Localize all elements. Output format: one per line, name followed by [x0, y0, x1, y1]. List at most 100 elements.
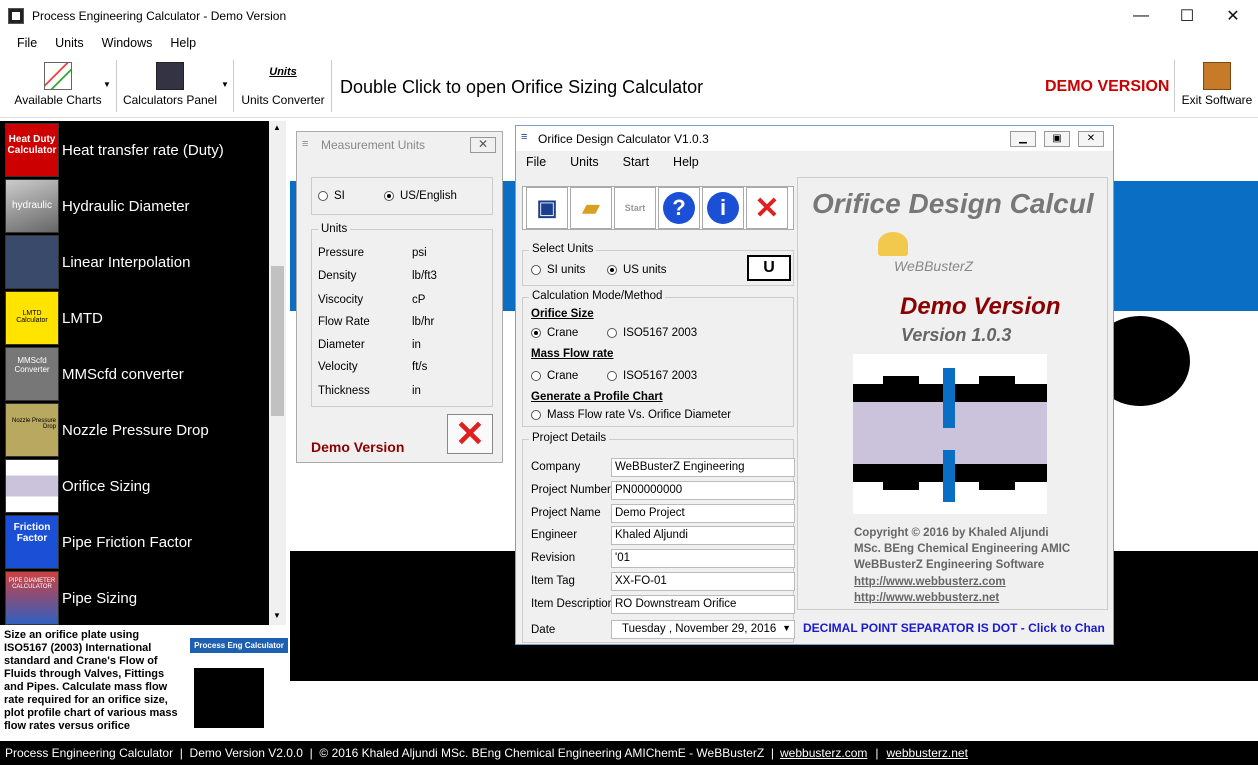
chevron-down-icon[interactable]: ▼ — [782, 623, 791, 633]
dialog-header: ≡ Measurement Units ✕ — [297, 132, 502, 158]
date-picker[interactable]: Tuesday , November 29, 2016 ▼ — [611, 620, 795, 639]
orifice-icon: ≡ — [521, 131, 528, 143]
dialog-header: ≡ Orifice Design Calculator V1.0.3 ▁ ▣ ✕ — [516, 126, 1113, 151]
list-item[interactable]: hydraulic Hydraulic Diameter — [0, 178, 269, 234]
menu-bar: File Units Windows Help — [0, 32, 1258, 54]
list-item[interactable]: MMScfd Converter MMScfd converter — [0, 346, 269, 402]
toolbar-hint: Double Click to open Orifice Sizing Calc… — [340, 77, 704, 97]
flange-shape — [979, 376, 1015, 386]
orifice-diagram — [853, 354, 1047, 514]
logo-icon — [878, 232, 908, 256]
open-folder-icon[interactable]: ▰ — [570, 187, 612, 229]
close-icon[interactable]: ✕ — [470, 137, 496, 153]
item-tag-field[interactable]: XX-FO-01 — [611, 572, 795, 591]
toolbar-separator — [331, 60, 332, 112]
menu-windows[interactable]: Windows — [93, 36, 162, 50]
website-link[interactable]: webbusterz.com — [780, 746, 867, 760]
list-item[interactable]: PIPE DIAMETER CALCULATOR Pipe Sizing — [0, 570, 269, 625]
sidebar-scrollbar[interactable]: ▲ ▼ — [269, 121, 286, 625]
menu-help[interactable]: Help — [161, 36, 205, 50]
start-button[interactable]: Start — [614, 187, 656, 229]
list-item[interactable]: LMTD Calculator LMTD — [0, 290, 269, 346]
item-description-field[interactable]: RO Downstream Orifice — [611, 595, 795, 614]
maximize-button[interactable]: ☐ — [1164, 0, 1210, 32]
website-link[interactable]: http://www.webbusterz.com — [854, 576, 1006, 588]
si-units-radio[interactable]: SI units — [531, 264, 585, 276]
toolbar: Available Charts ▼ Calculators Panel ▼ U… — [0, 56, 1258, 118]
calculation-mode-group: Calculation Mode/Method Orifice Size Cra… — [522, 290, 794, 427]
company-field[interactable]: WeBBusterZ Engineering — [611, 458, 795, 477]
demo-version-label: Demo Version — [311, 439, 405, 455]
close-icon[interactable]: ✕ — [447, 413, 493, 454]
calculator-list: Heat Duty Calculator Heat transfer rate … — [0, 121, 269, 625]
select-units-group: Select Units SI units US units U — [522, 243, 794, 286]
chevron-down-icon[interactable]: ▼ — [103, 80, 111, 89]
scrollbar-thumb[interactable] — [271, 266, 284, 416]
orifice-iso-radio[interactable]: ISO5167 2003 — [607, 327, 697, 339]
info-icon[interactable]: i — [702, 187, 744, 229]
about-heading: Orifice Design Calcul — [812, 188, 1094, 219]
engineer-field[interactable]: Khaled Aljundi — [611, 526, 795, 545]
chevron-down-icon[interactable]: ▼ — [221, 80, 229, 89]
orifice-crane-radio[interactable]: Crane — [531, 327, 578, 339]
friction-thumb: Friction Factor — [5, 515, 59, 569]
menu-file[interactable]: File — [8, 36, 46, 50]
massflow-iso-radio[interactable]: ISO5167 2003 — [607, 370, 697, 382]
website-link[interactable]: webbusterz.net — [887, 746, 968, 760]
help-icon[interactable]: ? — [658, 187, 700, 229]
scroll-up-icon[interactable]: ▲ — [273, 123, 281, 132]
list-item[interactable]: Linear Interpolation — [0, 234, 269, 290]
calculators-panel-button[interactable]: Calculators Panel — [120, 58, 220, 114]
orifice-thumb — [5, 459, 59, 513]
minimize-button[interactable]: — — [1118, 0, 1164, 32]
about-panel: Orifice Design Calcul WeBBusterZ Demo Ve… — [797, 177, 1108, 610]
mmscfd-thumb: MMScfd Converter — [5, 347, 59, 401]
interpolation-thumb — [5, 235, 59, 289]
profile-chart-radio[interactable]: Mass Flow rate Vs. Orifice Diameter — [531, 409, 731, 421]
si-radio[interactable]: SI — [318, 190, 345, 202]
process-eng-logo: Process Eng Calculator — [190, 638, 288, 734]
calculator-icon — [156, 62, 184, 90]
us-units-radio[interactable]: US units — [607, 264, 666, 276]
project-number-field[interactable]: PN00000000 — [611, 481, 795, 500]
close-icon[interactable]: ✕ — [1078, 131, 1104, 147]
flange-shape — [883, 376, 919, 386]
window-title: Process Engineering Calculator - Demo Ve… — [32, 9, 287, 23]
list-item[interactable]: Friction Factor Pipe Friction Factor — [0, 514, 269, 570]
website-link[interactable]: http://www.webbusterz.net — [854, 592, 999, 604]
chart-icon — [44, 62, 72, 90]
save-icon[interactable]: ▣ — [526, 187, 568, 229]
lmtd-thumb: LMTD Calculator — [5, 291, 59, 345]
project-name-field[interactable]: Demo Project — [611, 504, 795, 523]
toolbar-separator — [233, 60, 234, 112]
exit-software-button[interactable]: Exit Software — [1178, 58, 1256, 114]
scroll-down-icon[interactable]: ▼ — [273, 611, 281, 620]
restore-button[interactable]: ▣ — [1044, 131, 1070, 147]
revision-field[interactable]: '01 — [611, 549, 795, 568]
menu-units[interactable]: Units — [570, 155, 598, 169]
factory-icon — [194, 668, 264, 728]
nozzle-thumb: Nozzle Pressure Drop — [5, 403, 59, 457]
us-english-radio[interactable]: US/English — [384, 190, 457, 202]
menu-units[interactable]: Units — [46, 36, 92, 50]
minimize-button[interactable]: ▁ — [1010, 131, 1036, 147]
decimal-separator-link[interactable]: DECIMAL POINT SEPARATOR IS DOT - Click t… — [803, 621, 1110, 635]
status-bar: Process Engineering Calculator | Demo Ve… — [0, 741, 1258, 765]
close-icon[interactable]: ✕ — [746, 187, 788, 229]
units-button[interactable]: U — [747, 255, 791, 281]
measurement-units-dialog: ≡ Measurement Units ✕ SI US/English Unit… — [296, 131, 503, 463]
units-converter-button[interactable]: Units Units Converter — [238, 58, 328, 114]
menu-start[interactable]: Start — [623, 155, 649, 169]
heat-duty-thumb: Heat Duty Calculator — [5, 123, 59, 177]
available-charts-button[interactable]: Available Charts — [8, 58, 108, 114]
list-item[interactable]: Heat Duty Calculator Heat transfer rate … — [0, 122, 269, 178]
menu-file[interactable]: File — [526, 155, 546, 169]
toolbar-separator — [116, 60, 117, 112]
massflow-crane-radio[interactable]: Crane — [531, 370, 578, 382]
orifice-plate-bottom — [943, 450, 955, 502]
menu-help[interactable]: Help — [673, 155, 699, 169]
unit-system-group: SI US/English — [311, 177, 493, 215]
list-item[interactable]: Nozzle Pressure Drop Nozzle Pressure Dro… — [0, 402, 269, 458]
close-button[interactable]: ✕ — [1210, 0, 1256, 32]
list-item[interactable]: Orifice Sizing — [0, 458, 269, 514]
